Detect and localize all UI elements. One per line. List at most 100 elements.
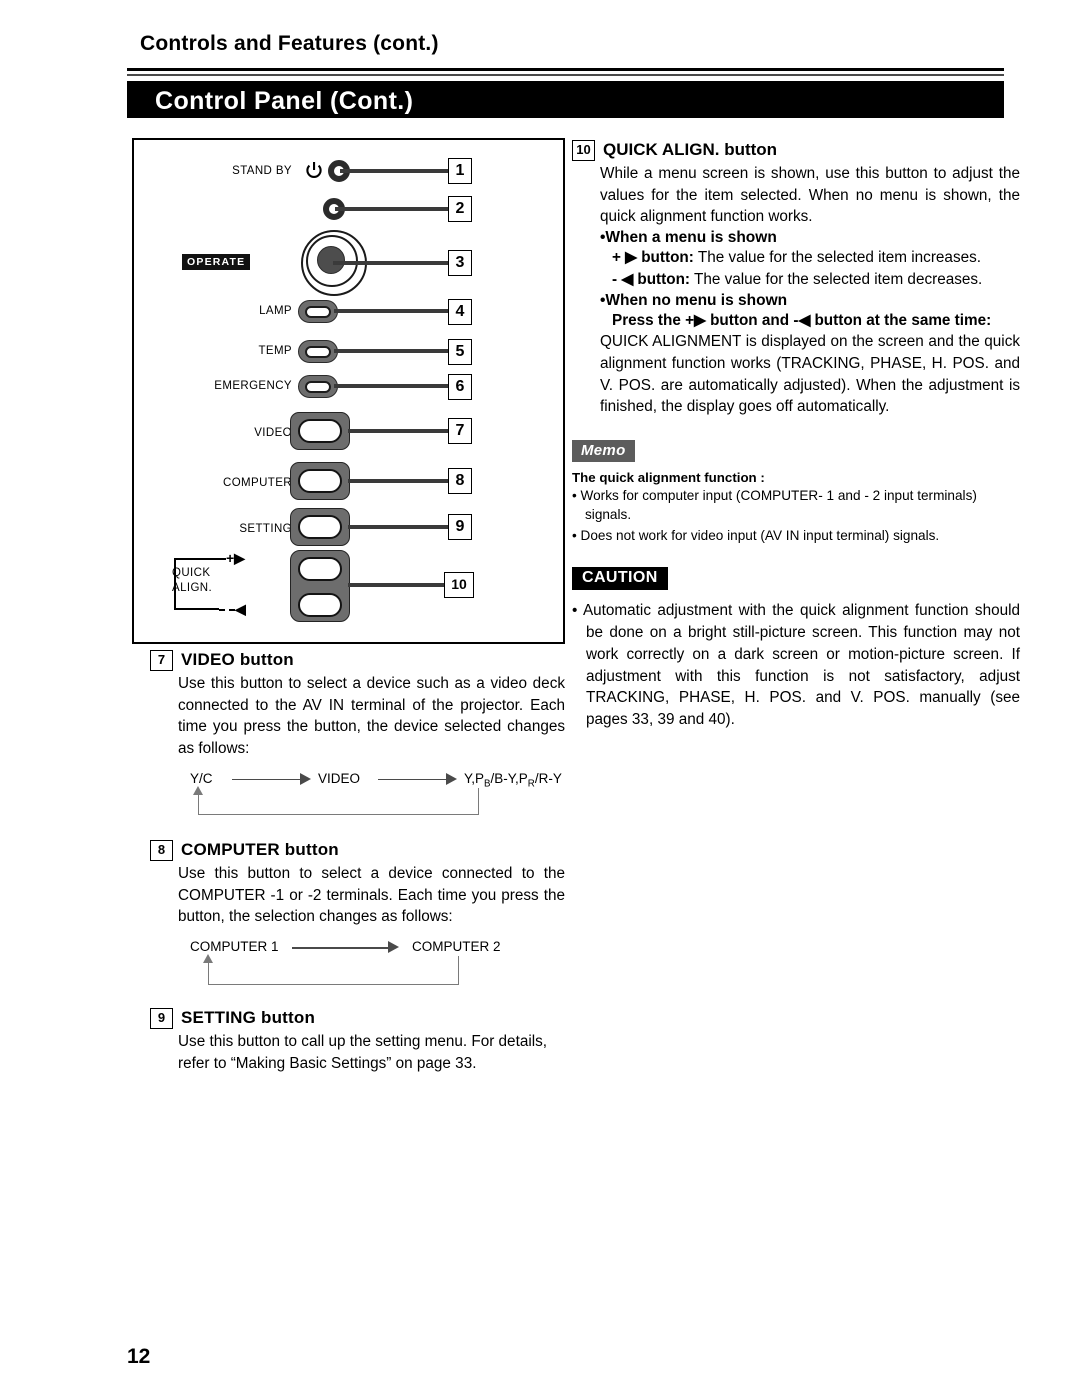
- quick-align-minus-text: The value for the selected item decrease…: [694, 270, 983, 288]
- section-video-title: VIDEO button: [181, 650, 294, 669]
- callout-10: 10: [444, 572, 474, 598]
- diagram-label-align: ALIGN.: [172, 582, 213, 594]
- setting-button-key[interactable]: [290, 508, 350, 546]
- video-flow-node-3: Y,PB/B-Y,PR/R-Y: [464, 770, 562, 790]
- header-rule-thin: [127, 74, 1004, 76]
- caution-item: • Automatic adjustment with the quick al…: [572, 602, 1020, 729]
- quick-align-plus-label: button:: [641, 249, 694, 267]
- section-quick-align: 10 QUICK ALIGN. button While a menu scre…: [572, 140, 1020, 418]
- callout-line-9: [348, 525, 450, 529]
- callout-5: 5: [448, 339, 472, 365]
- press-sym-minus: ◀: [798, 311, 811, 329]
- quick-align-bullet-menu-shown: •When a menu is shown: [600, 229, 777, 247]
- diagram-label-quick: QUICK: [172, 567, 211, 579]
- section-quick-align-number: 10: [572, 140, 595, 161]
- section-setting: 9 SETTING button Use this button to call…: [150, 1008, 565, 1074]
- section-title-bar: Control Panel (Cont.): [127, 81, 1004, 118]
- quick-align-minus-line: - ◀ button: The value for the selected i…: [612, 269, 1020, 291]
- callout-line-4: [334, 309, 450, 313]
- diagram-label-computer: COMPUTER: [222, 477, 292, 489]
- computer-flow-node-2: COMPUTER 2: [412, 939, 501, 955]
- operate-tag: OPERATE: [182, 254, 251, 270]
- diagram-label-temp: TEMP: [258, 345, 292, 357]
- callout-line-1: [340, 169, 450, 173]
- callout-line-5: [334, 349, 450, 353]
- callout-line-2: [335, 207, 450, 211]
- caution-tag: CAUTION: [572, 567, 668, 591]
- callout-line-8: [348, 479, 450, 483]
- section-quick-align-heading: 10 QUICK ALIGN. button: [572, 140, 1020, 161]
- video-flow-node-1: Y/C: [190, 770, 213, 786]
- callout-7: 7: [448, 418, 472, 444]
- diagram-label-setting: SETTING: [239, 523, 292, 535]
- section-computer: 8 COMPUTER button Use this button to sel…: [150, 839, 565, 990]
- callout-6: 6: [448, 374, 472, 400]
- computer-flow-diagram: COMPUTER 1 COMPUTER 2: [190, 938, 565, 990]
- press-mid: button and -: [710, 311, 799, 329]
- quick-align-minus-label: button:: [637, 270, 691, 288]
- quick-align-plus-symbol: +▶: [226, 550, 245, 566]
- quick-align-plus-sym: + ▶: [612, 249, 637, 267]
- section-video-text: Use this button to select a device such …: [178, 675, 565, 758]
- emergency-indicator: [298, 375, 338, 398]
- callout-1: 1: [448, 158, 472, 184]
- memo-block: Memo The quick alignment function : • Wo…: [572, 440, 1020, 545]
- memo-tag: Memo: [572, 440, 635, 463]
- diagram-label-video: VIDEO: [254, 427, 292, 439]
- diagram-label-emergency: EMERGENCY: [214, 380, 292, 392]
- quick-align-button-key[interactable]: [290, 550, 350, 622]
- quick-align-tick-bottom: [174, 608, 219, 610]
- callout-9: 9: [448, 514, 472, 540]
- standby-power-icon: [306, 162, 322, 178]
- quick-align-bullet-no-menu: •When no menu is shown: [600, 291, 788, 309]
- section-video-number: 7: [150, 650, 173, 671]
- section-computer-title: COMPUTER button: [181, 839, 339, 859]
- callout-2: 2: [448, 196, 472, 222]
- video-button-key[interactable]: [290, 412, 350, 450]
- computer-flow-node-1: COMPUTER 1: [190, 939, 279, 955]
- callout-line-7: [348, 429, 450, 433]
- quick-align-press-body: QUICK ALIGNMENT is displayed on the scre…: [600, 333, 1020, 416]
- caution-block: CAUTION • Automatic adjustment with the …: [572, 567, 1020, 730]
- manual-page: Controls and Features (cont.) Control Pa…: [0, 0, 1080, 1397]
- quick-align-plus-line: + ▶ button: The value for the selected i…: [612, 247, 1020, 269]
- temp-indicator: [298, 340, 338, 363]
- right-column: 10 QUICK ALIGN. button While a menu scre…: [572, 140, 1020, 749]
- callout-3: 3: [448, 250, 472, 276]
- section-setting-title: SETTING button: [181, 1008, 316, 1028]
- section-computer-heading: 8 COMPUTER button: [150, 839, 565, 861]
- callout-4: 4: [448, 299, 472, 325]
- callout-line-10: [348, 583, 450, 587]
- section-setting-number: 9: [150, 1008, 173, 1030]
- memo-item: • Works for computer input (COMPUTER- 1 …: [572, 488, 977, 522]
- memo-subtitle: The quick alignment function :: [572, 470, 765, 486]
- quick-align-minus-symbol: ◀: [235, 601, 246, 617]
- lamp-indicator: [298, 300, 338, 323]
- quick-align-tick-top: [174, 558, 226, 560]
- quick-align-plus-text: The value for the selected item increase…: [697, 249, 981, 267]
- computer-button-key[interactable]: [290, 462, 350, 500]
- video-flow-node-2: VIDEO: [318, 770, 361, 786]
- memo-item: • Does not work for video input (AV IN i…: [572, 527, 940, 543]
- press-sym-plus: +▶: [685, 311, 706, 329]
- press-end: button at the same time:: [814, 311, 992, 329]
- section-computer-text: Use this button to select a device conne…: [178, 864, 565, 926]
- section-video-heading: 7 VIDEO button: [150, 650, 565, 671]
- left-column: 7 VIDEO button Use this button to select…: [150, 650, 565, 1092]
- running-head: Controls and Features (cont.): [140, 32, 439, 55]
- callout-line-3: [333, 261, 450, 265]
- press-pre: Press the: [612, 311, 681, 329]
- quick-align-bracket: [174, 558, 176, 610]
- section-title: Control Panel (Cont.): [155, 87, 414, 115]
- quick-align-press-line: Press the +▶ button and -◀ button at the…: [612, 310, 1020, 332]
- callout-line-6: [334, 384, 450, 388]
- callout-8: 8: [448, 468, 472, 494]
- section-video: 7 VIDEO button Use this button to select…: [150, 650, 565, 822]
- section-quick-align-title: QUICK ALIGN. button: [603, 140, 778, 159]
- quick-align-minus-sym: - ◀: [612, 270, 634, 288]
- operate-knob: [301, 230, 371, 300]
- diagram-label-standby: STAND BY: [232, 165, 292, 177]
- header-rule-thick: [127, 68, 1004, 71]
- section-setting-heading: 9 SETTING button: [150, 1008, 565, 1030]
- diagram-label-lamp: LAMP: [259, 305, 292, 317]
